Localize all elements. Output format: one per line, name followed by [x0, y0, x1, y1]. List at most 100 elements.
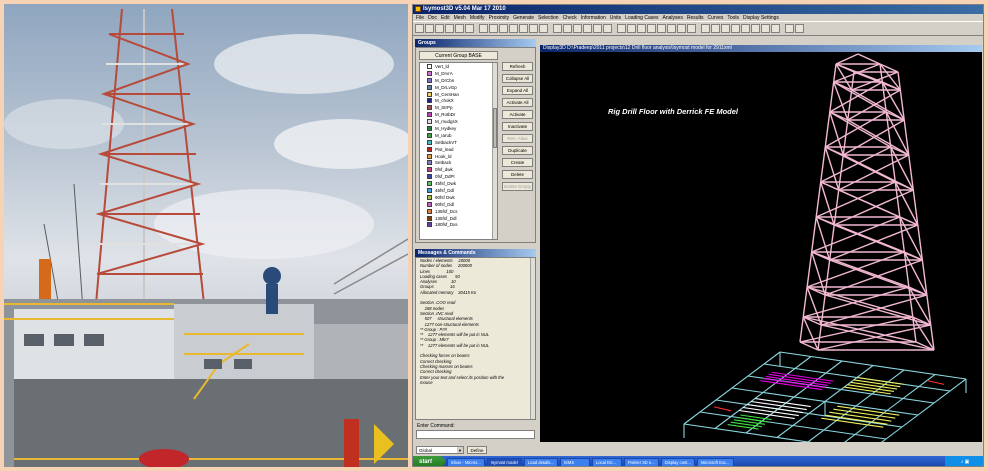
current-group-label[interactable]: Current Group BASE: [419, 51, 498, 60]
scrollbar-thumb[interactable]: [493, 108, 497, 148]
list-item[interactable]: M_Hydkey: [420, 125, 497, 132]
about-icon[interactable]: [795, 24, 804, 33]
list-item[interactable]: 90fsf_Ddl: [420, 201, 497, 208]
list-item[interactable]: 180fsf_Dxs: [420, 221, 497, 228]
zoom-in-icon[interactable]: [657, 24, 666, 33]
analysis-icon[interactable]: [603, 24, 612, 33]
duplicate-button[interactable]: Duplicate: [502, 146, 533, 155]
display-axes-icon[interactable]: [761, 24, 770, 33]
refresh-button[interactable]: Refresh: [502, 62, 533, 71]
menu-display-settings[interactable]: Display Settings: [743, 14, 779, 21]
display-labels-icon[interactable]: [751, 24, 760, 33]
element-icon[interactable]: [519, 24, 528, 33]
select-icon[interactable]: [539, 24, 548, 33]
display-loads-icon[interactable]: [721, 24, 730, 33]
activate-button[interactable]: Activate: [502, 110, 533, 119]
menu-check[interactable]: Check: [563, 14, 577, 21]
taskbar-item[interactable]: Display cont...: [660, 457, 695, 466]
print-icon[interactable]: [489, 24, 498, 33]
taskbar-item[interactable]: ISMS: [559, 457, 590, 466]
taskbar-item[interactable]: Load details...: [523, 457, 558, 466]
folder-icon[interactable]: [479, 24, 488, 33]
list-item[interactable]: M_Iarub: [420, 132, 497, 139]
paste-icon[interactable]: [465, 24, 474, 33]
check-icon[interactable]: [583, 24, 592, 33]
list-item[interactable]: 135fsf_Dcs: [420, 208, 497, 215]
menu-modify[interactable]: Modify: [470, 14, 485, 21]
display-curves-icon[interactable]: [741, 24, 750, 33]
list-item[interactable]: M_DrCbn: [420, 77, 497, 84]
messages-scrollbar[interactable]: [530, 258, 535, 419]
info-icon[interactable]: [573, 24, 582, 33]
rotate-icon[interactable]: [687, 24, 696, 33]
list-item[interactable]: Hook_ld: [420, 153, 497, 160]
list-item[interactable]: 135fsf_Ddl: [420, 215, 497, 222]
expand-all-button[interactable]: Expand All: [502, 86, 533, 95]
list-item[interactable]: M_mudgsX: [420, 118, 497, 125]
list-item[interactable]: 0fsf_dwk: [420, 166, 497, 173]
layer-icon[interactable]: [563, 24, 572, 33]
define-button[interactable]: Define: [467, 446, 487, 454]
delete-button[interactable]: Delete: [502, 170, 533, 179]
list-item[interactable]: 0fsf_DdPl: [420, 173, 497, 180]
load-icon[interactable]: [593, 24, 602, 33]
menu-generate[interactable]: Generate: [513, 14, 534, 21]
grid-icon[interactable]: [529, 24, 538, 33]
list-item[interactable]: SetbackVT: [420, 139, 497, 146]
cut-icon[interactable]: [445, 24, 454, 33]
menu-edit[interactable]: Edit: [441, 14, 450, 21]
group-list[interactable]: Vert_ld M_DrvrA M_DrCbn M_DrLvGp M_CentH…: [419, 62, 498, 240]
taskbar-item[interactable]: Inbox - Micros...: [447, 457, 485, 466]
display-results-icon[interactable]: [731, 24, 740, 33]
display-nodes-icon[interactable]: [701, 24, 710, 33]
menu-tools[interactable]: Tools: [727, 14, 739, 21]
display3d-viewport[interactable]: Rig Drill Floor with Derrick FE Model: [540, 52, 982, 442]
open-file-icon[interactable]: [425, 24, 434, 33]
network-icon[interactable]: ▣: [965, 459, 970, 465]
list-item[interactable]: M_StrPp: [420, 104, 497, 111]
save-file-icon[interactable]: [435, 24, 444, 33]
list-item[interactable]: M_chokX: [420, 97, 497, 104]
activate-all-button[interactable]: Activate All: [502, 98, 533, 107]
start-button[interactable]: start: [413, 456, 445, 466]
list-item[interactable]: Setback: [420, 159, 497, 166]
coord-system-select[interactable]: Global ▼: [416, 446, 464, 454]
list-item[interactable]: M_CentHan: [420, 91, 497, 98]
chevron-down-icon[interactable]: ▼: [457, 447, 463, 453]
menu-units[interactable]: Units: [610, 14, 621, 21]
list-item[interactable]: M_DrLvGp: [420, 84, 497, 91]
list-item[interactable]: 45fsf_Dwk: [420, 180, 497, 187]
taskbar-item[interactable]: Local Dri...: [591, 457, 622, 466]
node-icon[interactable]: [509, 24, 518, 33]
delete-empty-button[interactable]: Delete Empty: [502, 182, 533, 191]
zoom-out-icon[interactable]: [667, 24, 676, 33]
list-item[interactable]: 90fsf Dwk: [420, 194, 497, 201]
taskbar-item[interactable]: Isymost model: [486, 457, 522, 466]
menu-loading-cases[interactable]: Loading Cases: [625, 14, 658, 21]
list-item[interactable]: 45fsf_Ddl: [420, 187, 497, 194]
mesh-icon[interactable]: [499, 24, 508, 33]
view-top-icon[interactable]: [637, 24, 646, 33]
display-shading-icon[interactable]: [771, 24, 780, 33]
group-list-scrollbar[interactable]: [492, 63, 497, 239]
view-front-icon[interactable]: [617, 24, 626, 33]
menu-information[interactable]: Information: [581, 14, 606, 21]
create-button[interactable]: Create: [502, 158, 533, 167]
color-icon[interactable]: [553, 24, 562, 33]
pan-icon[interactable]: [677, 24, 686, 33]
menu-curves[interactable]: Curves: [708, 14, 724, 21]
menu-mesh[interactable]: Mesh: [454, 14, 466, 21]
command-input[interactable]: [416, 430, 535, 439]
new-file-icon[interactable]: [415, 24, 424, 33]
copy-icon[interactable]: [455, 24, 464, 33]
view-side-icon[interactable]: [627, 24, 636, 33]
list-item[interactable]: M_DrvrA: [420, 70, 497, 77]
taskbar-item[interactable]: Microsoft Exc...: [696, 457, 734, 466]
menu-proximity[interactable]: Proximity: [489, 14, 510, 21]
list-item[interactable]: Pist_lead: [420, 146, 497, 153]
menu-doc[interactable]: Doc: [428, 14, 437, 21]
rename-alias-button[interactable]: Ren. Alias: [502, 134, 533, 143]
collapse-all-button[interactable]: Collapse All: [502, 74, 533, 83]
inactivate-button[interactable]: Inactivate: [502, 122, 533, 131]
list-item[interactable]: M_RotbDr: [420, 111, 497, 118]
